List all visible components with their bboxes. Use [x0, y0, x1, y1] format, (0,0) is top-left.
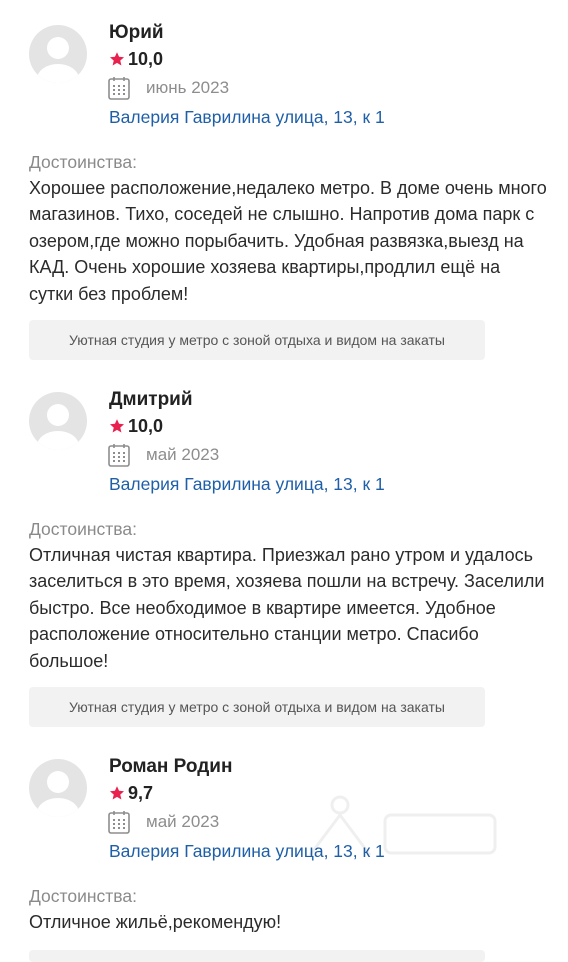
star-icon — [110, 419, 124, 433]
address-link[interactable]: Валерия Гаврилина улица, 13, к 1 — [109, 472, 385, 496]
address-link[interactable]: Валерия Гаврилина улица, 13, к 1 — [109, 105, 385, 129]
user-placeholder-icon — [37, 37, 79, 83]
pros-text: Отличная чистая квартира. Приезжал рано … — [29, 545, 545, 671]
rating-value: 10,0 — [128, 49, 164, 69]
review-rating: 9,7 — [109, 782, 153, 804]
pros-label: Достоинства: — [29, 519, 137, 539]
pros-text: Отличное жильё,рекомендую! — [29, 912, 282, 932]
review-rating: 10,0 — [109, 48, 163, 70]
rating-value: 9,7 — [128, 783, 154, 803]
review-author: Дмитрий — [109, 389, 193, 410]
review-author: Роман Родин — [109, 756, 233, 777]
avatar — [29, 25, 87, 83]
user-placeholder-icon — [37, 404, 79, 450]
watermark-logo — [308, 795, 497, 856]
review-date: июнь 2023 — [108, 76, 229, 100]
star-icon — [110, 52, 124, 66]
date-text: май 2023 — [146, 445, 220, 464]
star-icon — [110, 786, 124, 800]
pros-label: Достоинства: — [29, 886, 137, 906]
calendar-icon — [108, 444, 130, 467]
listing-tag[interactable]: Уютная студия у метро с зоной отдыха и в… — [29, 687, 485, 727]
pros-label: Достоинства: — [29, 152, 137, 172]
calendar-icon — [108, 811, 130, 834]
listing-tag[interactable]: Уютная студия у метро с зоной отдыха и в… — [29, 320, 485, 360]
avatar — [29, 759, 87, 817]
listing-tag[interactable] — [29, 950, 485, 962]
date-text: май 2023 — [146, 812, 220, 831]
review-date: май 2023 — [108, 810, 219, 834]
calendar-icon — [108, 77, 130, 100]
review-author: Юрий — [109, 22, 164, 43]
date-text: июнь 2023 — [146, 78, 230, 97]
review-date: май 2023 — [108, 443, 219, 467]
pros-text: Хорошее расположение,недалеко метро. В д… — [29, 178, 547, 304]
avatar — [29, 392, 87, 450]
user-placeholder-icon — [37, 771, 79, 817]
rating-value: 10,0 — [128, 416, 164, 436]
review-rating: 10,0 — [109, 415, 163, 437]
